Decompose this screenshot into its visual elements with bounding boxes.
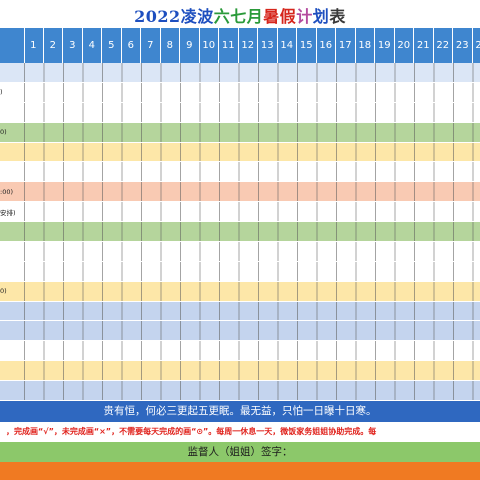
supervisor-signature-bar: 监督人（姐姐）签字： xyxy=(0,442,480,462)
check-cells[interactable] xyxy=(24,361,480,381)
check-cells[interactable] xyxy=(24,301,480,321)
day-header-cell: 8 xyxy=(161,28,180,63)
check-cells[interactable] xyxy=(24,63,480,82)
motto-text: 贵有恒，何必三更起五更眠。最无益，只怕一日曝十日寒。 xyxy=(103,405,377,417)
plan-row xyxy=(0,241,480,262)
title-bar: 2022凌波六七月暑假计划表 xyxy=(0,0,480,28)
check-cells[interactable] xyxy=(24,162,480,182)
check-cells[interactable] xyxy=(24,381,480,400)
check-cells[interactable] xyxy=(24,182,480,202)
row-label xyxy=(0,302,24,321)
plan-row xyxy=(0,381,480,401)
day-header-cell: 5 xyxy=(102,28,122,63)
title-segment: 表 xyxy=(329,7,346,26)
check-cells[interactable] xyxy=(24,202,480,222)
day-header-cell: 3 xyxy=(63,28,83,63)
header-corner-cell xyxy=(0,28,25,63)
row-label: 安排) xyxy=(0,208,16,217)
bottom-border-bar xyxy=(0,462,480,480)
day-header-cell: 24 xyxy=(473,28,480,63)
day-header-cell: 23 xyxy=(453,28,473,63)
row-label: 0) xyxy=(0,287,7,296)
day-header-cell: 4 xyxy=(83,28,102,63)
plan-row xyxy=(0,341,480,362)
row-label xyxy=(0,103,24,122)
plan-row xyxy=(0,321,480,342)
title-segment: 计 xyxy=(296,7,313,26)
check-cells[interactable] xyxy=(24,142,480,162)
row-label: 0) xyxy=(0,128,7,137)
check-cells[interactable] xyxy=(24,321,480,341)
title-segment: 2022 xyxy=(134,7,181,26)
plan-row xyxy=(0,301,480,322)
plan-row: :00) xyxy=(0,182,480,203)
summer-plan-sheet: 2022凌波六七月暑假计划表 1 2 3 4 5 6 7 8 9 10 11 12 13 14 15 16 17… xyxy=(0,0,480,480)
plan-row xyxy=(0,162,480,183)
plan-row xyxy=(0,222,480,242)
day-header-cell: 21 xyxy=(414,28,434,63)
check-cells[interactable] xyxy=(24,261,480,281)
day-header-cell: 7 xyxy=(141,28,161,63)
row-label xyxy=(0,341,24,360)
plan-row: 安排) xyxy=(0,202,480,223)
check-cells[interactable] xyxy=(24,102,480,122)
plan-row: 0) xyxy=(0,281,480,302)
plan-row xyxy=(0,261,480,282)
check-cells[interactable] xyxy=(24,281,480,301)
day-header-row: 123456789101112131415161718192021222324 xyxy=(0,28,480,63)
check-cells[interactable] xyxy=(24,241,480,261)
plan-row: ) xyxy=(0,82,480,103)
title-segment: 假 xyxy=(279,7,297,26)
day-header-cell: 14 xyxy=(278,28,297,63)
motto-banner: 贵有恒，何必三更起五更眠。最无益，只怕一日曝十日寒。 xyxy=(0,401,480,422)
supervisor-label: 监督人（姐姐）签字： xyxy=(187,446,293,458)
plan-row xyxy=(0,102,480,123)
plan-row xyxy=(0,361,480,382)
row-label xyxy=(0,321,24,340)
plan-row xyxy=(0,142,480,163)
plan-row: 0) xyxy=(0,122,480,143)
check-cells[interactable] xyxy=(24,82,480,102)
day-header-cell: 2 xyxy=(44,28,63,63)
plan-grid: ) 0) :00) 安排) 0) xyxy=(0,63,480,401)
day-header-cell: 20 xyxy=(395,28,414,63)
row-label xyxy=(0,361,24,380)
instructions-bar: ，完成画“√”，未完成画“×”，不需要每天完成的画“⊙”。每周一休息一天，微饭家… xyxy=(0,422,480,442)
title-segment: 暑 xyxy=(263,7,280,26)
title-segment: 划 xyxy=(312,7,330,26)
row-label xyxy=(0,222,24,241)
title-segment: 凌波 xyxy=(180,7,214,26)
day-header-cell: 9 xyxy=(180,28,200,63)
title-segment: 六 xyxy=(213,7,231,26)
day-header-cell: 16 xyxy=(317,28,336,63)
day-header-cell: 13 xyxy=(258,28,278,63)
day-header-cell: 11 xyxy=(219,28,239,63)
row-label xyxy=(0,381,24,400)
row-label: ) xyxy=(0,88,3,97)
day-header-cell: 6 xyxy=(122,28,141,63)
instructions-text: ，完成画“√”，未完成画“×”，不需要每天完成的画“⊙”。每周一休息一天，微饭家… xyxy=(6,427,377,436)
check-cells[interactable] xyxy=(24,222,480,241)
day-header-cell: 1 xyxy=(24,28,44,63)
title-segment: 月 xyxy=(246,7,264,26)
row-label xyxy=(0,162,24,181)
row-label xyxy=(0,262,24,281)
row-label xyxy=(0,242,24,261)
row-label xyxy=(0,63,24,82)
row-label xyxy=(0,143,24,162)
day-header-cell: 18 xyxy=(356,28,375,63)
day-header-cell: 12 xyxy=(239,28,258,63)
day-header-cell: 10 xyxy=(200,28,219,63)
day-header-cell: 17 xyxy=(336,28,356,63)
day-header-cell: 22 xyxy=(434,28,453,63)
check-cells[interactable] xyxy=(24,122,480,142)
day-header-cell: 19 xyxy=(375,28,395,63)
check-cells[interactable] xyxy=(24,341,480,361)
title-segment: 七 xyxy=(230,7,247,26)
day-header-cell: 15 xyxy=(297,28,317,63)
plan-row xyxy=(0,63,480,83)
row-label: :00) xyxy=(0,187,13,196)
sheet-title: 2022凌波六七月暑假计划表 xyxy=(134,3,346,27)
